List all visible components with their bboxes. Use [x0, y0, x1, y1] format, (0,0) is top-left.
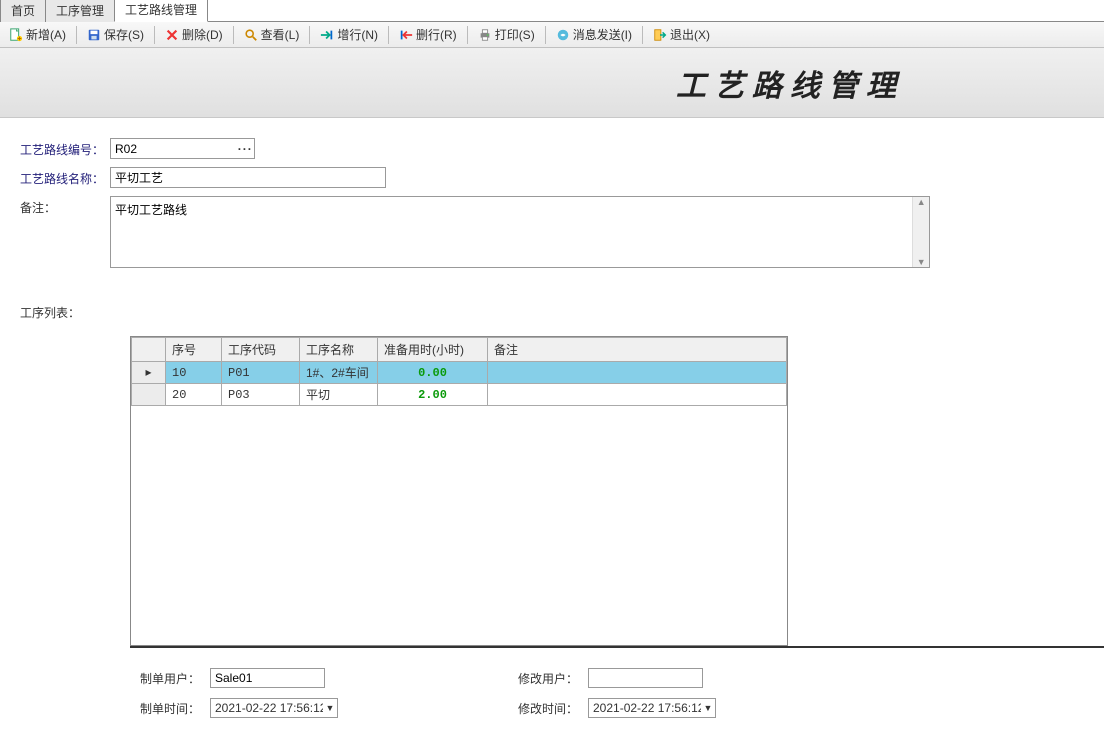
print-button[interactable]: 打印(S) [473, 23, 540, 46]
grid-header-row: 序号 工序代码 工序名称 准备用时(小时) 备注 [132, 338, 787, 362]
save-button[interactable]: 保存(S) [82, 23, 149, 46]
separator [642, 26, 643, 44]
delrow-label: 删行(R) [416, 26, 457, 43]
view-label: 查看(L) [261, 26, 300, 43]
cell-proc-name[interactable]: 1#、2#车间 [300, 362, 378, 384]
add-button[interactable]: 新增(A) [4, 23, 71, 46]
separator [154, 26, 155, 44]
cell-proc-code[interactable]: P01 [222, 362, 300, 384]
code-label: 工艺路线编号： [20, 138, 110, 158]
grid-rowheader-blank [132, 338, 166, 362]
chevron-down-icon[interactable]: ▼ [323, 703, 337, 713]
separator [309, 26, 310, 44]
tab-bar: 首页 工序管理 工艺路线管理 [0, 0, 1104, 22]
delrow-button[interactable]: 删行(R) [394, 23, 462, 46]
create-time-value: 2021-02-22 17:56:12 [211, 701, 323, 715]
col-proc-code[interactable]: 工序代码 [222, 338, 300, 362]
grid: 序号 工序代码 工序名称 准备用时(小时) 备注 ▸ 10 P01 1#、2#车… [130, 336, 788, 646]
col-prep-time[interactable]: 准备用时(小时) [378, 338, 488, 362]
addrow-icon [320, 28, 334, 42]
tab-home[interactable]: 首页 [0, 0, 46, 22]
chevron-down-icon[interactable]: ▼ [701, 703, 715, 713]
modify-user-input[interactable] [588, 668, 703, 688]
cell-remark[interactable] [488, 384, 787, 406]
remark-label: 备注： [20, 196, 110, 216]
separator [467, 26, 468, 44]
exit-label: 退出(X) [670, 26, 710, 43]
cell-proc-name[interactable]: 平切 [300, 384, 378, 406]
name-input[interactable] [110, 167, 386, 188]
code-input-wrap: ··· [110, 138, 255, 159]
create-time-input[interactable]: 2021-02-22 17:56:12 ▼ [210, 698, 338, 718]
add-label: 新增(A) [26, 26, 66, 43]
view-button[interactable]: 查看(L) [239, 23, 305, 46]
cell-prep-time[interactable]: 2.00 [378, 384, 488, 406]
separator [388, 26, 389, 44]
modify-user-label: 修改用户： [518, 670, 588, 687]
tab-process-manage[interactable]: 工序管理 [45, 0, 115, 22]
row-indicator [132, 384, 166, 406]
cell-prep-time[interactable]: 0.00 [378, 362, 488, 384]
table-row[interactable]: 20 P03 平切 2.00 [132, 384, 787, 406]
cell-proc-code[interactable]: P03 [222, 384, 300, 406]
remark-wrap: ▲▼ [110, 196, 930, 268]
addrow-button[interactable]: 增行(N) [315, 23, 383, 46]
print-label: 打印(S) [495, 26, 535, 43]
code-input[interactable] [111, 142, 237, 156]
search-icon [244, 28, 258, 42]
cell-seq[interactable]: 20 [166, 384, 222, 406]
create-user-label: 制单用户： [140, 670, 210, 687]
remark-input[interactable] [111, 197, 912, 267]
delete-icon [165, 28, 179, 42]
save-icon [87, 28, 101, 42]
cell-remark[interactable] [488, 362, 787, 384]
name-label: 工艺路线名称： [20, 167, 110, 187]
create-time-label: 制单时间： [140, 700, 210, 717]
separator [76, 26, 77, 44]
msg-label: 消息发送(I) [573, 26, 632, 43]
code-lookup-button[interactable]: ··· [237, 142, 254, 156]
cell-seq[interactable]: 10 [166, 362, 222, 384]
modify-time-input[interactable]: 2021-02-22 17:56:12 ▼ [588, 698, 716, 718]
delete-button[interactable]: 删除(D) [160, 23, 228, 46]
addrow-label: 增行(N) [337, 26, 378, 43]
msg-icon [556, 28, 570, 42]
print-icon [478, 28, 492, 42]
separator [233, 26, 234, 44]
scroll-down-icon[interactable]: ▼ [917, 257, 926, 267]
table-row[interactable]: ▸ 10 P01 1#、2#车间 0.00 [132, 362, 787, 384]
form-area: 工艺路线编号： ··· 工艺路线名称： 备注： ▲▼ 工序列表： 序号 工序代码… [0, 118, 1104, 648]
row-indicator-icon: ▸ [132, 362, 166, 384]
col-remark[interactable]: 备注 [488, 338, 787, 362]
tab-route-manage[interactable]: 工艺路线管理 [114, 0, 208, 22]
col-seq[interactable]: 序号 [166, 338, 222, 362]
delrow-icon [399, 28, 413, 42]
exit-icon [653, 28, 667, 42]
exit-button[interactable]: 退出(X) [648, 23, 715, 46]
banner: 工艺路线管理 [0, 48, 1104, 118]
separator [545, 26, 546, 44]
page-title: 工艺路线管理 [676, 61, 904, 105]
create-user-input[interactable] [210, 668, 325, 688]
modify-time-value: 2021-02-22 17:56:12 [589, 701, 701, 715]
footer: 制单用户： 制单时间： 2021-02-22 17:56:12 ▼ 修改用户： … [0, 648, 1104, 718]
toolbar: 新增(A) 保存(S) 删除(D) 查看(L) 增行(N) 删行(R) 打印(S… [0, 22, 1104, 48]
list-label: 工序列表： [20, 301, 110, 321]
col-proc-name[interactable]: 工序名称 [300, 338, 378, 362]
remark-scrollbar[interactable]: ▲▼ [912, 197, 929, 267]
save-label: 保存(S) [104, 26, 144, 43]
msg-button[interactable]: 消息发送(I) [551, 23, 637, 46]
modify-time-label: 修改时间： [518, 700, 588, 717]
scroll-up-icon[interactable]: ▲ [917, 197, 926, 207]
new-doc-icon [9, 28, 23, 42]
delete-label: 删除(D) [182, 26, 223, 43]
